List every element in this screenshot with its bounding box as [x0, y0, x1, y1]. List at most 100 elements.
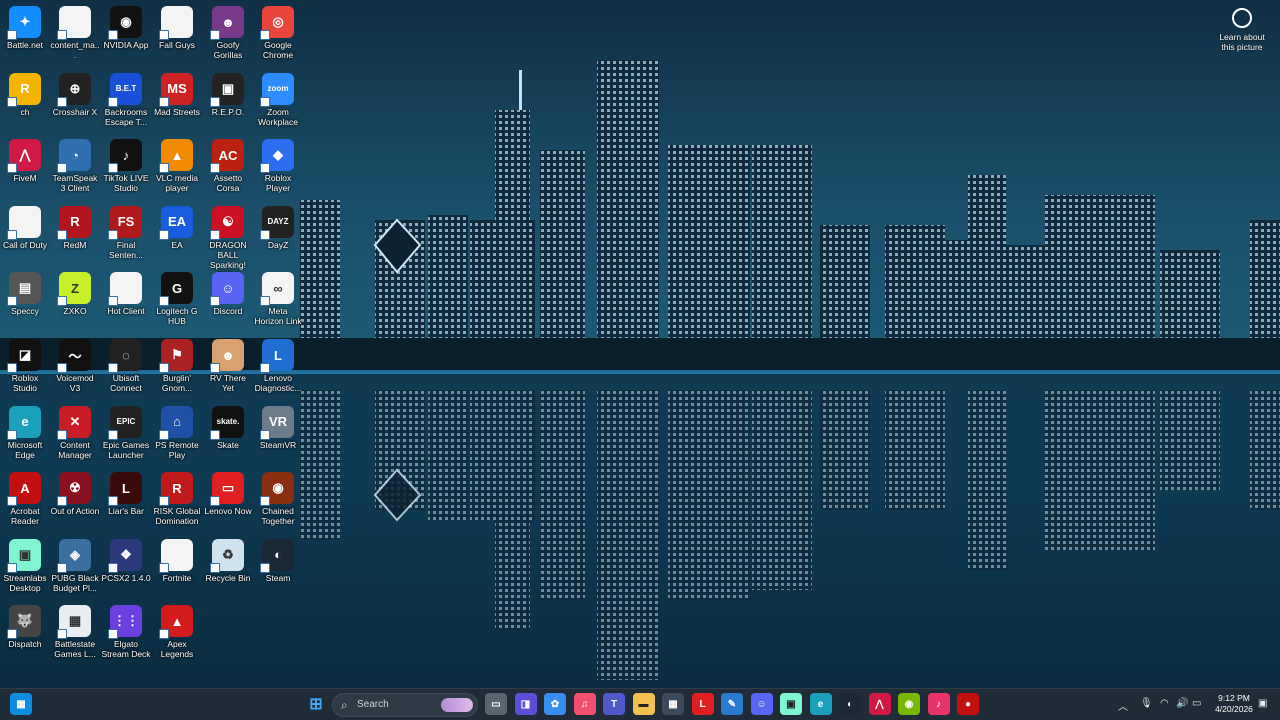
desktop-icon[interactable]: ☺ Discord: [203, 268, 253, 334]
desktop-icon-label: Fortnite: [162, 572, 192, 583]
desktop-icon[interactable]: 〜 Voicemod V3: [50, 335, 100, 401]
taskbar-app-task-view[interactable]: ▭: [485, 693, 507, 715]
app-icon: ▣: [7, 538, 41, 573]
desktop-icon-label: Roblox Player: [264, 173, 292, 194]
desktop-icon[interactable]: ☯DRAGON BALL Sparking! ZERO: [203, 202, 253, 280]
desktop-icon[interactable]: Hot Client: [101, 268, 151, 334]
desktop-icon[interactable]: ✕ Content Manager: [50, 402, 100, 468]
taskbar-app-streamlabs[interactable]: ▣: [780, 693, 802, 715]
taskbar-app-tiktok[interactable]: ♪: [927, 693, 950, 715]
desktop-icon[interactable]: ⋀ FiveM: [0, 135, 50, 201]
desktop-icon-label: Meta Horizon Link: [254, 306, 302, 327]
taskbar-app-discord[interactable]: ☺: [750, 693, 773, 715]
taskbar-app-store[interactable]: ▦: [662, 693, 684, 715]
taskbar-app-zoom[interactable]: ◨: [514, 693, 537, 715]
start-button[interactable]: ⊞: [305, 693, 327, 715]
taskbar-app-file-explorer[interactable]: ▬: [632, 693, 655, 715]
desktop-icon[interactable]: ▣ Streamlabs Desktop: [0, 535, 50, 601]
desktop-icon[interactable]: ▲ VLC media player: [152, 135, 202, 201]
desktop-icon-label: Discord: [213, 306, 243, 317]
desktop-icon[interactable]: ⚑ Burglin' Gnom...: [152, 335, 202, 401]
taskbar-app-nvidia[interactable]: ◉: [898, 693, 920, 715]
desktop-icon-label: Recycle Bin: [205, 572, 251, 583]
wifi-icon[interactable]: ◠: [1160, 698, 1169, 709]
taskbar-app-notes[interactable]: ✎: [721, 693, 743, 715]
learn-about-picture[interactable]: Learn about this picture: [1212, 8, 1272, 52]
desktop-icon[interactable]: ✦ Battle.net: [0, 2, 50, 68]
desktop-icon[interactable]: MS Mad Streets: [152, 69, 202, 135]
desktop-icon[interactable]: EA EA: [152, 202, 202, 268]
desktop-icon[interactable]: ⋮⋮ Elgato Stream Deck: [101, 601, 151, 667]
battery-icon[interactable]: ▭: [1192, 698, 1201, 709]
desktop-icon[interactable]: ☢ Out of Action: [50, 468, 100, 534]
search-highlight-icon: [441, 698, 473, 712]
desktop-icon[interactable]: ▤ Speccy: [0, 268, 50, 334]
desktop-icon[interactable]: ♻ Recycle Bin: [203, 535, 253, 601]
desktop-icon[interactable]: Rch: [0, 69, 50, 135]
desktop-icon[interactable]: skate. Skate: [203, 402, 253, 468]
desktop-icon[interactable]: ◪ Roblox Studio: [0, 335, 50, 401]
desktop-icon[interactable]: ⊕ Crosshair X: [50, 69, 100, 135]
desktop-icon[interactable]: e Microsoft Edge: [0, 402, 50, 468]
taskbar-app-lenovo[interactable]: L: [691, 693, 714, 715]
desktop-icon[interactable]: Fortnite: [152, 535, 202, 601]
desktop-icon[interactable]: EPIC Epic Games Launcher: [101, 402, 151, 468]
chevron-up-icon[interactable]: ︿: [1118, 698, 1128, 713]
desktop-icon[interactable]: ◉ NVIDIA App: [101, 2, 151, 68]
taskbar-app-redm[interactable]: ●: [957, 693, 979, 715]
desktop-icon[interactable]: ◈ PUBG Black Budget Pl...: [50, 535, 100, 601]
desktop[interactable]: ✦ Battle.net content_ma... ◉ NVIDIA App Fall …: [0, 0, 1280, 688]
taskbar-app-steam[interactable]: ◐: [839, 693, 861, 715]
desktop-icon-label: R.E.P.O.: [211, 106, 245, 117]
desktop-icon[interactable]: ▣ R.E.P.O.: [203, 69, 253, 135]
taskbar-app-edge[interactable]: e: [809, 693, 832, 715]
desktop-icon[interactable]: A Acrobat Reader: [0, 468, 50, 534]
desktop-icon[interactable]: R RISK Global Domination: [152, 468, 202, 534]
taskbar-app-teams[interactable]: T: [603, 693, 625, 715]
desktop-icon[interactable]: ◐ Steam: [253, 535, 303, 601]
clock[interactable]: 9:12 PM 4/20/2026: [1210, 693, 1258, 715]
desktop-icon[interactable]: ❖ PCSX2 1.4.0: [101, 535, 151, 601]
desktop-icon[interactable]: AC Assetto Corsa: [203, 135, 253, 201]
desktop-icon[interactable]: zoom Zoom Workplace: [253, 69, 303, 135]
volume-icon[interactable]: 🔊: [1176, 698, 1188, 709]
app-icon: VR: [260, 405, 294, 440]
desktop-icon[interactable]: ◌ Ubisoft Connect: [101, 335, 151, 401]
desktop-icon[interactable]: Call of Duty: [0, 202, 50, 268]
desktop-icon[interactable]: Fall Guys: [152, 2, 202, 68]
desktop-icon[interactable]: L Liar's Bar: [101, 468, 151, 534]
widgets-icon[interactable]: ▦: [10, 693, 32, 715]
desktop-icon[interactable]: ◎ Google Chrome: [253, 2, 303, 68]
desktop-icon[interactable]: ∞ Meta Horizon Link: [253, 268, 303, 334]
desktop-icon[interactable]: ♪ TikTok LIVE Studio: [101, 135, 151, 201]
desktop-icon-label: Apex Legends: [160, 639, 194, 660]
desktop-icon[interactable]: ▲ Apex Legends: [152, 601, 202, 667]
app-icon: ◐: [260, 538, 294, 573]
desktop-icon[interactable]: ◆ Roblox Player: [253, 135, 303, 201]
taskbar-app-fivem[interactable]: ⋀: [868, 693, 891, 715]
desktop-icon[interactable]: 🐺 Dispatch: [0, 601, 50, 667]
desktop-icon[interactable]: ◉ Chained Together: [253, 468, 303, 534]
search-box[interactable]: ⌕ Search: [332, 693, 478, 717]
desktop-icon-label: Elgato Stream Deck: [101, 639, 151, 660]
desktop-icon[interactable]: ☻ Goofy Gorillas: [203, 2, 253, 68]
desktop-icon[interactable]: ◔ TeamSpeak 3 Client: [50, 135, 100, 201]
desktop-icon[interactable]: L Lenovo Diagnostic...: [253, 335, 303, 401]
desktop-icon[interactable]: Z ZXKO: [50, 268, 100, 334]
app-icon: EPIC: [108, 405, 142, 440]
desktop-icon[interactable]: VR SteamVR: [253, 402, 303, 468]
desktop-icon[interactable]: content_ma...: [50, 2, 100, 68]
desktop-icon[interactable]: DAYZ DayZ: [253, 202, 303, 268]
desktop-icon[interactable]: FS Final Senten...: [101, 202, 151, 268]
desktop-icon[interactable]: ▦ Battlestate Games L...: [50, 601, 100, 667]
desktop-icon[interactable]: R RedM: [50, 202, 100, 268]
taskbar-app-itunes[interactable]: ♫: [573, 693, 596, 715]
taskbar-app-copilot[interactable]: ✿: [544, 693, 566, 715]
desktop-icon[interactable]: G Logitech G HUB: [152, 268, 202, 334]
desktop-icon[interactable]: ☻ RV There Yet: [203, 335, 253, 401]
desktop-icon[interactable]: B.E.T Backrooms Escape T...: [101, 69, 151, 135]
notification-icon[interactable]: ▣: [1258, 698, 1267, 709]
microphone-icon[interactable]: 🎙: [1140, 698, 1153, 709]
desktop-icon[interactable]: ⌂ PS Remote Play: [152, 402, 202, 468]
desktop-icon[interactable]: ▭ Lenovo Now: [203, 468, 253, 534]
